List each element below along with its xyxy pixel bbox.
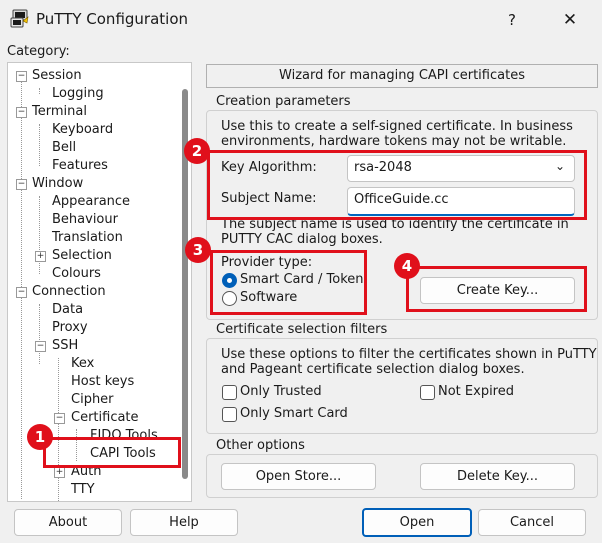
open-button[interactable]: Open: [362, 508, 472, 537]
open-store-button[interactable]: Open Store...: [221, 463, 376, 490]
only-trusted-checkbox[interactable]: [222, 385, 237, 400]
tree-item-ssh[interactable]: SSH: [52, 337, 78, 355]
close-window-button[interactable]: ✕: [552, 6, 588, 34]
only-smart-card-label[interactable]: Only Smart Card: [240, 406, 348, 421]
not-expired-label[interactable]: Not Expired: [438, 384, 514, 399]
expand-selection-icon[interactable]: +: [35, 251, 46, 262]
tree-line: [39, 124, 40, 166]
tree-item-proxy[interactable]: Proxy: [52, 319, 88, 337]
collapse-connection-icon[interactable]: −: [16, 287, 27, 298]
tree-item-translation[interactable]: Translation: [52, 229, 123, 247]
other-options-title: Other options: [213, 438, 308, 453]
creation-description-line1: Use this to create a self-signed certifi…: [221, 119, 573, 134]
collapse-session-icon[interactable]: −: [16, 71, 27, 82]
creation-description-line2: environments, hardware tokens may not be…: [221, 134, 567, 149]
not-expired-checkbox[interactable]: [420, 385, 435, 400]
tree-line: [39, 88, 40, 94]
collapse-terminal-icon[interactable]: −: [16, 107, 27, 118]
panel-header: Wizard for managing CAPI certificates: [206, 64, 598, 88]
tree-item-terminal[interactable]: Terminal: [32, 103, 87, 121]
only-smart-card-checkbox[interactable]: [222, 407, 237, 422]
putty-app-icon: [10, 9, 30, 29]
callout-badge-3: 3: [185, 237, 211, 263]
tree-scrollbar[interactable]: [180, 63, 191, 501]
callout-box-2: [207, 150, 587, 220]
tree-item-host-keys[interactable]: Host keys: [71, 373, 134, 391]
tree-line: [39, 196, 40, 274]
tree-item-appearance[interactable]: Appearance: [52, 193, 130, 211]
callout-box-3: [210, 250, 367, 315]
filters-description-line2: and Pageant certificate selection dialog…: [221, 362, 525, 377]
collapse-window-icon[interactable]: −: [16, 179, 27, 190]
tree-item-keyboard[interactable]: Keyboard: [52, 121, 113, 139]
about-button[interactable]: About: [14, 509, 122, 536]
tree-item-session[interactable]: Session: [32, 67, 82, 85]
collapse-certificate-icon[interactable]: −: [54, 413, 65, 424]
tree-item-connection[interactable]: Connection: [32, 283, 106, 301]
cancel-button[interactable]: Cancel: [478, 509, 586, 536]
window-title: PuTTY Configuration: [36, 10, 189, 28]
tree-item-cipher[interactable]: Cipher: [71, 391, 114, 409]
expand-auth-icon[interactable]: +: [54, 467, 65, 478]
tree-line: [58, 358, 59, 501]
callout-box-1: [43, 437, 181, 468]
callout-box-4: [406, 266, 587, 312]
collapse-ssh-icon[interactable]: −: [35, 341, 46, 352]
callout-badge-2: 2: [184, 138, 210, 164]
creation-parameters-title: Creation parameters: [213, 94, 354, 109]
tree-item-colours[interactable]: Colours: [52, 265, 101, 283]
title-help-button[interactable]: ?: [496, 6, 528, 34]
category-label: Category:: [7, 44, 70, 59]
tree-item-data[interactable]: Data: [52, 301, 83, 319]
callout-badge-4: 4: [394, 253, 420, 279]
help-button[interactable]: Help: [130, 509, 238, 536]
tree-item-behaviour[interactable]: Behaviour: [52, 211, 118, 229]
subject-note-line2: PUTTY CAC dialog boxes.: [221, 232, 383, 247]
tree-item-tty[interactable]: TTY: [71, 481, 95, 499]
only-trusted-label[interactable]: Only Trusted: [240, 384, 322, 399]
tree-item-window[interactable]: Window: [32, 175, 83, 193]
tree-item-features[interactable]: Features: [52, 157, 108, 175]
callout-badge-1: 1: [27, 424, 53, 450]
tree-item-selection[interactable]: Selection: [52, 247, 112, 265]
delete-key-button[interactable]: Delete Key...: [420, 463, 575, 490]
tree-item-kex[interactable]: Kex: [71, 355, 94, 373]
filters-title: Certificate selection filters: [213, 322, 391, 337]
filters-description-line1: Use these options to filter the certific…: [221, 347, 597, 362]
tree-line: [39, 304, 40, 364]
tree-item-logging[interactable]: Logging: [52, 85, 104, 103]
tree-item-certificate[interactable]: Certificate: [71, 409, 139, 427]
tree-item-bell[interactable]: Bell: [52, 139, 76, 157]
